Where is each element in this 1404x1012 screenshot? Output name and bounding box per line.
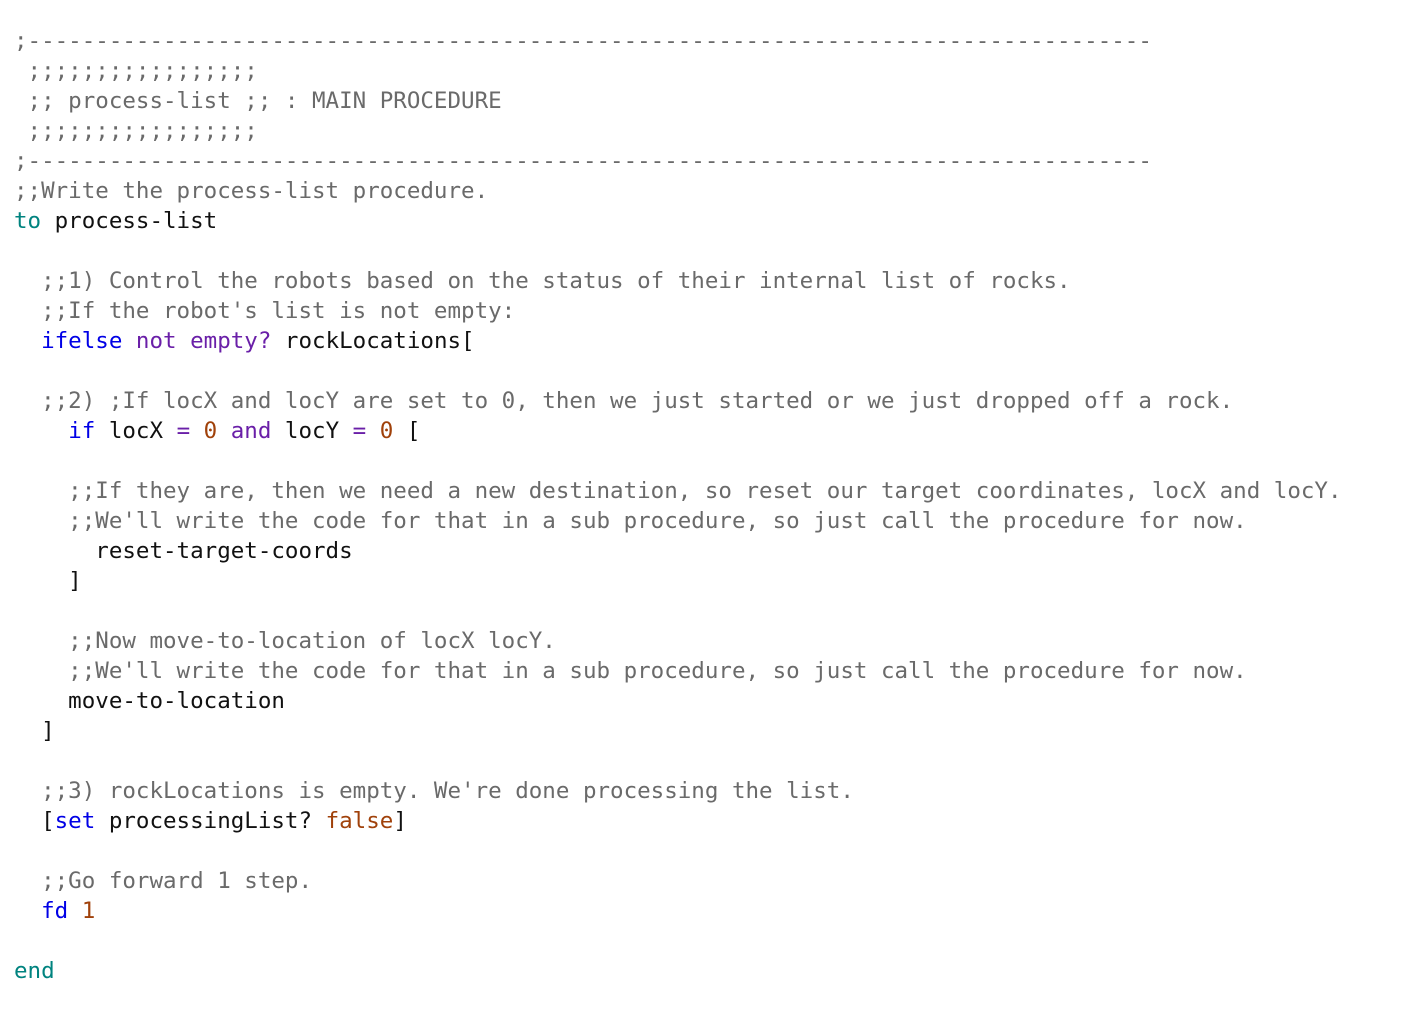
code-line[interactable] <box>14 356 1404 386</box>
code-token: and <box>230 418 272 444</box>
code-token: locY <box>271 418 353 444</box>
code-line[interactable]: ;;;;;;;;;;;;;;;;; <box>14 56 1404 86</box>
code-token: process-list <box>41 208 218 234</box>
code-line[interactable]: ;;We'll write the code for that in a sub… <box>14 506 1404 536</box>
code-token: = <box>176 418 191 444</box>
code-token: ;;;;;;;;;;;;;;;;; <box>14 58 258 84</box>
code-token: to <box>14 208 42 234</box>
code-token: ;;Write the process-list procedure. <box>14 178 489 204</box>
code-line[interactable]: ;;Now move-to-location of locX locY. <box>14 626 1404 656</box>
code-token: ;---------------------------------------… <box>14 148 1152 174</box>
code-token: ;;If the robot's list is not empty: <box>14 298 516 324</box>
code-token: not <box>135 328 177 354</box>
code-line[interactable]: ;;2) ;If locX and locY are set to 0, the… <box>14 386 1404 416</box>
code-token: ;;2) ;If locX and locY are set to 0, the… <box>14 388 1234 414</box>
code-token: false <box>325 808 394 834</box>
code-line[interactable]: ifelse not empty? rockLocations[ <box>14 326 1404 356</box>
code-line[interactable]: ;;Write the process-list procedure. <box>14 176 1404 206</box>
code-line[interactable]: ] <box>14 716 1404 746</box>
code-token: rockLocations[ <box>271 328 475 354</box>
code-line[interactable] <box>14 926 1404 956</box>
code-line[interactable]: ;;We'll write the code for that in a sub… <box>14 656 1404 686</box>
code-line[interactable]: reset-target-coords <box>14 536 1404 566</box>
code-token: empty? <box>190 328 272 354</box>
code-token: [ <box>393 418 421 444</box>
code-line[interactable]: ;;Go forward 1 step. <box>14 866 1404 896</box>
code-token: set <box>54 808 96 834</box>
code-token: locX <box>95 418 177 444</box>
code-token: = <box>352 418 367 444</box>
code-line[interactable]: ;; process-list ;; : MAIN PROCEDURE <box>14 86 1404 116</box>
code-token: 1 <box>81 898 96 924</box>
code-token: ;;3) rockLocations is empty. We're done … <box>14 778 854 804</box>
code-token: ;;We'll write the code for that in a sub… <box>14 658 1247 684</box>
code-line[interactable] <box>14 596 1404 626</box>
code-token: ;---------------------------------------… <box>14 28 1152 54</box>
code-line[interactable] <box>14 836 1404 866</box>
code-token: ;;If they are, then we need a new destin… <box>14 478 1342 504</box>
code-token: ] <box>14 718 55 744</box>
code-token: [ <box>14 808 55 834</box>
code-token: ;; process-list ;; : MAIN PROCEDURE <box>14 88 502 114</box>
code-line[interactable]: ;---------------------------------------… <box>14 26 1404 56</box>
code-line[interactable] <box>14 236 1404 266</box>
code-line[interactable]: ;;1) Control the robots based on the sta… <box>14 266 1404 296</box>
code-line[interactable] <box>14 746 1404 776</box>
code-line[interactable]: to process-list <box>14 206 1404 236</box>
code-token: ;;We'll write the code for that in a sub… <box>14 508 1247 534</box>
code-line[interactable] <box>14 446 1404 476</box>
code-line[interactable]: ;;;;;;;;;;;;;;;;; <box>14 116 1404 146</box>
code-token: ;;Now move-to-location of locX locY. <box>14 628 556 654</box>
code-line[interactable]: end <box>14 956 1404 986</box>
code-editor[interactable]: ;---------------------------------------… <box>0 0 1404 1012</box>
code-token: ] <box>393 808 407 834</box>
code-token: if <box>68 418 96 444</box>
code-line[interactable]: ;;If they are, then we need a new destin… <box>14 476 1404 506</box>
code-token: ;;;;;;;;;;;;;;;;; <box>14 118 258 144</box>
code-token: 0 <box>203 418 218 444</box>
code-line[interactable]: ] <box>14 566 1404 596</box>
code-token: ifelse <box>41 328 123 354</box>
code-line[interactable]: [set processingList? false] <box>14 806 1404 836</box>
code-line[interactable]: ;;3) rockLocations is empty. We're done … <box>14 776 1404 806</box>
code-line[interactable]: if locX = 0 and locY = 0 [ <box>14 416 1404 446</box>
code-token: reset-target-coords <box>14 538 353 564</box>
code-line[interactable]: move-to-location <box>14 686 1404 716</box>
code-line[interactable]: fd 1 <box>14 896 1404 926</box>
code-token: move-to-location <box>14 688 285 714</box>
code-token: ;;1) Control the robots based on the sta… <box>14 268 1071 294</box>
code-line[interactable]: ;;If the robot's list is not empty: <box>14 296 1404 326</box>
code-line[interactable]: ;---------------------------------------… <box>14 146 1404 176</box>
code-token: processingList? <box>95 808 326 834</box>
code-token: end <box>14 958 55 984</box>
code-token: ;;Go forward 1 step. <box>14 868 313 894</box>
code-token: fd <box>41 898 69 924</box>
code-token: 0 <box>379 418 394 444</box>
code-token: ] <box>14 568 82 594</box>
